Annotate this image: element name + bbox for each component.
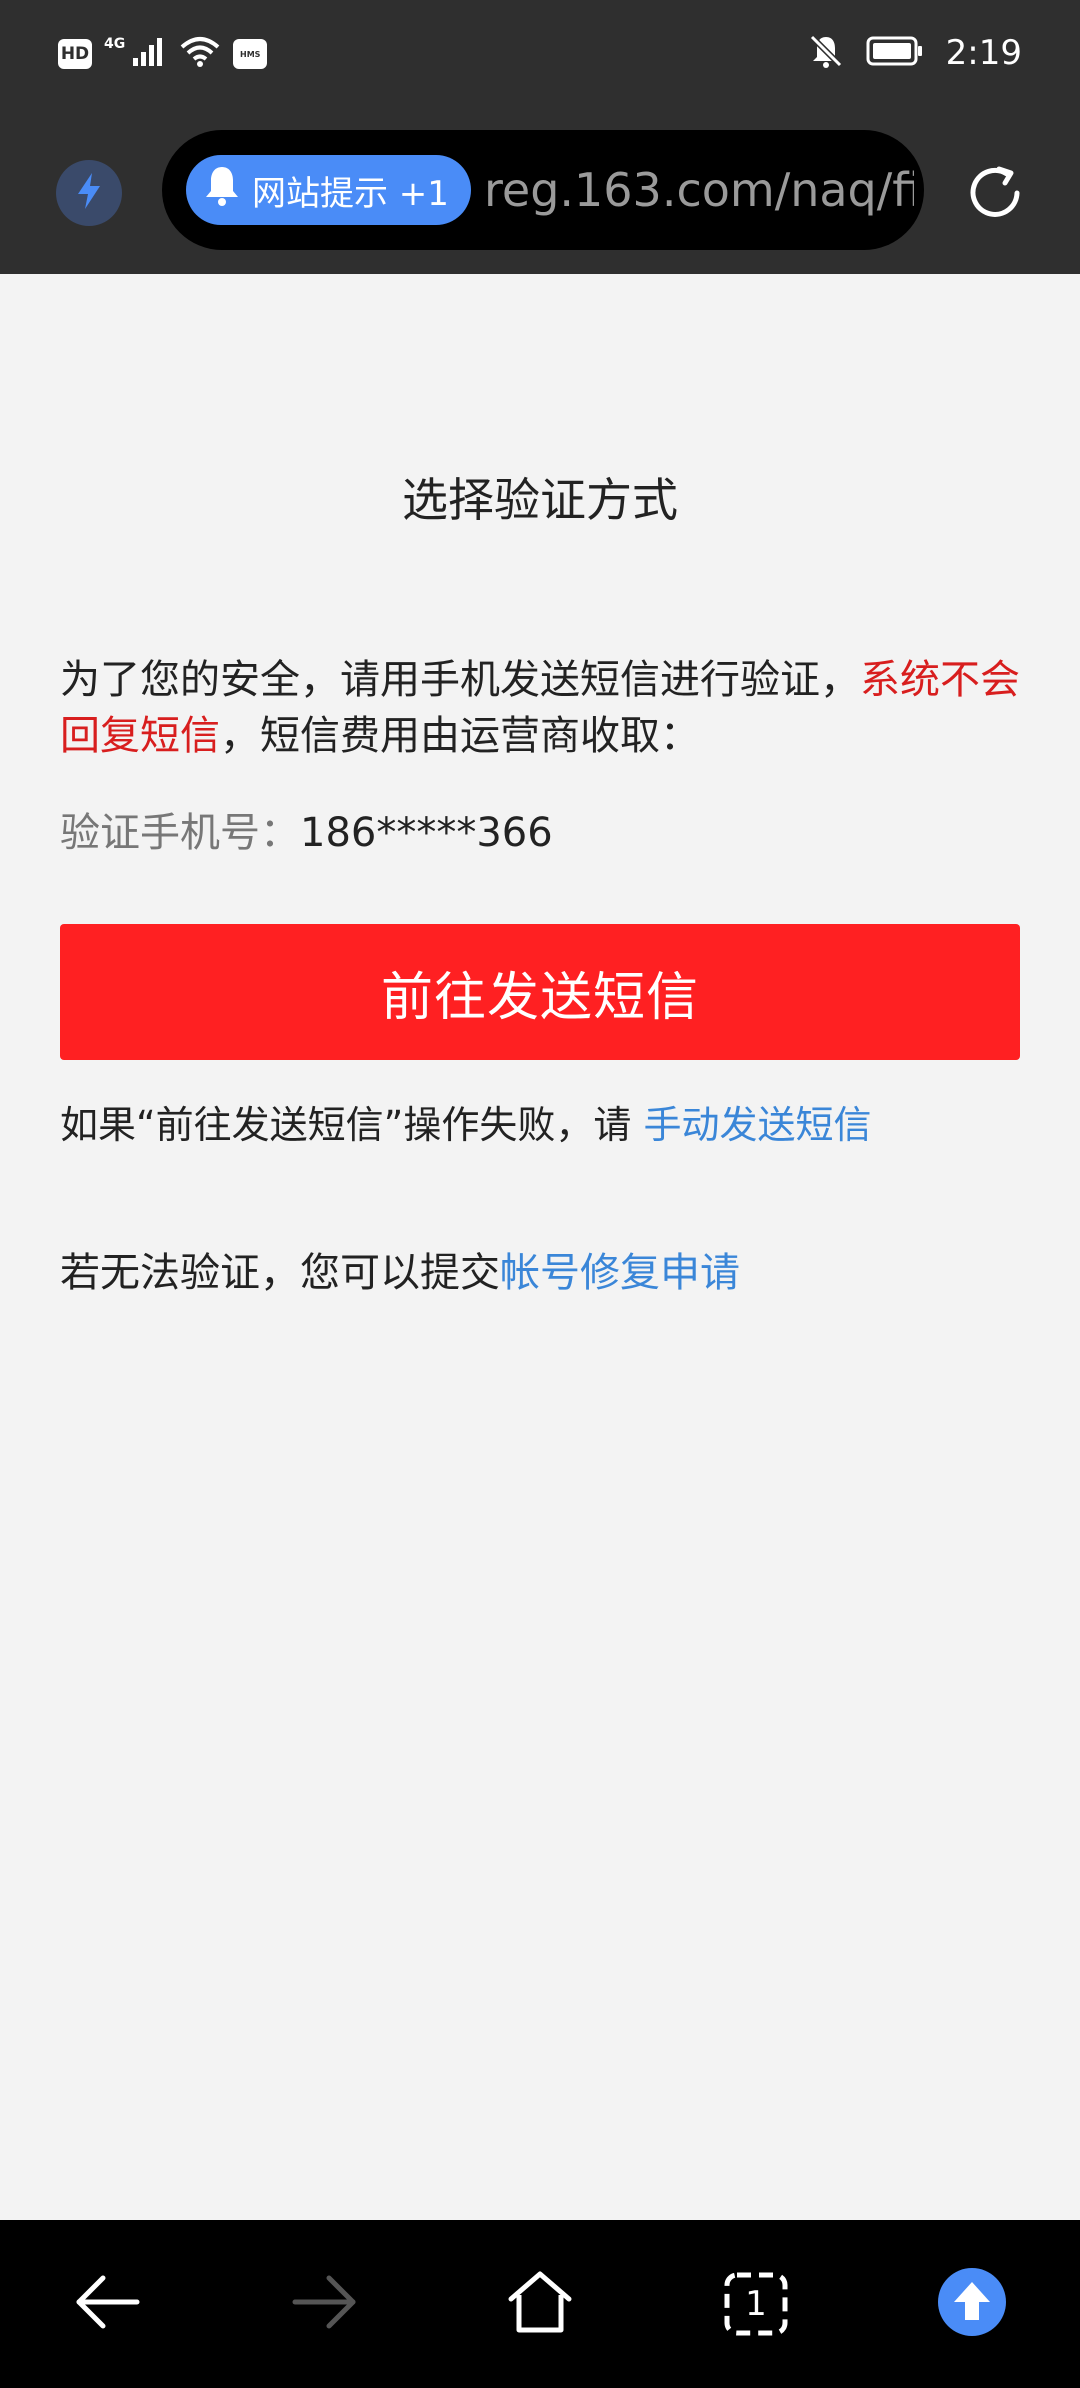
back-arrow-icon [73, 2272, 143, 2336]
page-title: 选择验证方式 [402, 473, 678, 527]
tabs-button[interactable]: 1 [708, 2256, 804, 2352]
fallback-line: 如果“前往发送短信”操作失败，请 手动发送短信 [60, 1094, 871, 1149]
url-text[interactable]: reg.163.com/naq/findPassword [484, 152, 914, 228]
intro-paragraph: 为了您的安全，请用手机发送短信进行验证，系统不会回复短信，短信费用由运营商收取： [60, 652, 1020, 764]
battery-icon [866, 35, 924, 71]
refresh-icon [963, 161, 1027, 229]
bottom-navigation: 1 [0, 2220, 1080, 2388]
forward-arrow-icon [289, 2272, 359, 2336]
verify-phone-line: 验证手机号：186*****366 [60, 800, 553, 858]
status-bar: HD 4G HMS 2:19 [0, 0, 1080, 108]
home-button[interactable] [492, 2256, 588, 2352]
intro-tail-text: ，短信费用由运营商收取： [220, 713, 700, 759]
forward-button[interactable] [276, 2256, 372, 2352]
repair-line: 若无法验证，您可以提交帐号修复申请 [60, 1240, 740, 1298]
bell-icon [202, 164, 242, 217]
repair-text: 若无法验证，您可以提交 [60, 1250, 500, 1296]
phone-label: 验证手机号： [60, 810, 300, 856]
status-right: 2:19 [808, 30, 1022, 76]
home-icon [505, 2269, 575, 2339]
status-time: 2:19 [945, 33, 1022, 73]
back-button[interactable] [60, 2256, 156, 2352]
url-field[interactable]: 网站提示 +1 reg.163.com/naq/findPassword [162, 130, 924, 250]
mute-bell-icon [808, 33, 844, 73]
status-left: HD 4G HMS [58, 34, 268, 74]
browser-header: HD 4G HMS 2:19 网站提示 +1 reg.163.com/naq/f [0, 0, 1080, 274]
tab-count: 1 [745, 2284, 767, 2324]
lightning-icon [74, 171, 104, 215]
site-notice-label: 网站提示 +1 [252, 173, 449, 214]
manual-sms-link[interactable]: 手动发送短信 [643, 1103, 871, 1147]
intro-main-text: 为了您的安全，请用手机发送短信进行验证， [60, 657, 860, 703]
network-type: 4G [104, 36, 126, 52]
hms-badge: HMS [233, 39, 268, 69]
send-sms-button[interactable]: 前往发送短信 [60, 924, 1020, 1060]
tabs-icon: 1 [723, 2271, 789, 2337]
upload-icon [936, 2266, 1008, 2342]
fallback-text: 如果“前往发送短信”操作失败，请 [60, 1103, 632, 1147]
site-notice-chip[interactable]: 网站提示 +1 [186, 155, 471, 225]
browser-address-bar: 网站提示 +1 reg.163.com/naq/findPassword [0, 128, 1080, 252]
refresh-button[interactable] [962, 162, 1028, 228]
account-repair-link[interactable]: 帐号修复申请 [500, 1250, 740, 1296]
speed-mode-button[interactable] [56, 160, 122, 226]
hd-badge: HD [58, 39, 92, 69]
wifi-icon [179, 35, 221, 73]
upload-button[interactable] [924, 2256, 1020, 2352]
signal-icon [131, 36, 167, 72]
phone-number: 186*****366 [300, 810, 553, 856]
